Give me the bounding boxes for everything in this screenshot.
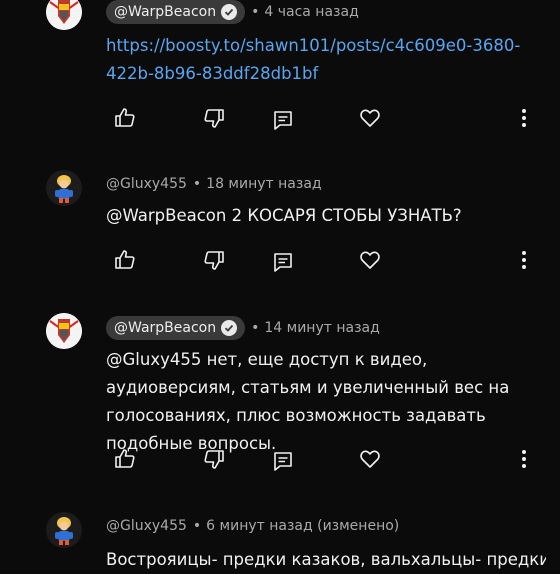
comment-meta: @WarpBeacon • 4 часа назад — [106, 0, 359, 24]
comment-meta: @Gluxy455 • 6 минут назад (изменено) — [106, 514, 399, 538]
thumbs-down-icon — [204, 109, 224, 128]
author-name[interactable]: @Gluxy455 — [106, 176, 187, 192]
warpbeacon-logo-icon — [46, 313, 82, 349]
comment-text: @WarpBeacon 2 КОСАРЯ СТОБЫ УЗНАТЬ? — [106, 206, 462, 225]
comment-link[interactable]: https://boosty.to/shawn101/posts/c4c609e… — [106, 32, 526, 88]
reply-button[interactable] — [269, 248, 297, 276]
more-vert-icon — [522, 251, 526, 269]
separator-dot: • — [192, 518, 202, 534]
reply-icon — [274, 452, 292, 471]
author-name[interactable]: @WarpBeacon — [114, 4, 216, 20]
thumbs-up-icon — [115, 108, 135, 127]
warpbeacon-logo-icon — [46, 0, 82, 30]
more-options-button[interactable] — [510, 104, 538, 132]
like-button[interactable] — [111, 445, 139, 473]
more-options-button[interactable] — [510, 445, 538, 473]
author-chip[interactable]: @WarpBeacon — [106, 0, 246, 24]
reply-button[interactable] — [269, 447, 297, 475]
heart-button[interactable] — [356, 246, 384, 274]
verified-check-icon — [221, 320, 238, 336]
like-button[interactable] — [111, 104, 139, 132]
comment-time: 6 минут назад (изменено) — [206, 518, 400, 534]
dislike-button[interactable] — [200, 104, 228, 132]
comment-meta: @WarpBeacon • 14 минут назад — [106, 316, 380, 340]
verified-check-icon — [221, 4, 238, 20]
thumbs-up-icon — [115, 449, 135, 468]
comment-meta: @Gluxy455 • 18 минут назад — [106, 172, 322, 196]
more-vert-icon — [522, 109, 526, 127]
reply-icon — [274, 253, 292, 272]
like-button[interactable] — [111, 246, 139, 274]
comment-time: 18 минут назад — [206, 176, 322, 192]
comment-actions — [0, 246, 560, 274]
thumbs-down-icon — [204, 450, 224, 469]
avatar-warpbeacon[interactable] — [46, 0, 82, 30]
avatar-warpbeacon[interactable] — [46, 313, 82, 349]
comment-text: @Gluxy455 нет, еще доступ к видео, аудио… — [106, 350, 510, 453]
author-name[interactable]: @WarpBeacon — [114, 320, 216, 336]
reply-button[interactable] — [269, 106, 297, 134]
author-name[interactable]: @Gluxy455 — [106, 518, 187, 534]
comment-time: 4 часа назад — [264, 4, 359, 20]
author-chip[interactable]: @WarpBeacon — [106, 316, 246, 340]
heart-button[interactable] — [356, 445, 384, 473]
thumbs-down-icon — [204, 251, 224, 270]
more-options-button[interactable] — [510, 246, 538, 274]
comment-actions — [0, 445, 560, 473]
heart-button[interactable] — [356, 104, 384, 132]
heart-icon — [360, 109, 380, 127]
dislike-button[interactable] — [200, 445, 228, 473]
heart-icon — [360, 251, 380, 269]
comment-text: Вострояицы- предки казаков, вальхальцы- … — [106, 550, 546, 569]
gluxy-avatar-icon — [46, 170, 82, 206]
thumbs-up-icon — [115, 250, 135, 269]
heart-icon — [360, 450, 380, 468]
avatar-gluxy455[interactable] — [46, 170, 82, 206]
separator-dot: • — [192, 176, 202, 192]
separator-dot: • — [251, 4, 260, 20]
avatar-gluxy455[interactable] — [46, 512, 82, 548]
dislike-button[interactable] — [200, 246, 228, 274]
more-vert-icon — [522, 450, 526, 468]
comment-time: 14 минут назад — [264, 320, 380, 336]
reply-icon — [274, 111, 292, 130]
separator-dot: • — [251, 320, 260, 336]
comment-actions — [0, 104, 560, 132]
gluxy-avatar-icon — [46, 512, 82, 548]
